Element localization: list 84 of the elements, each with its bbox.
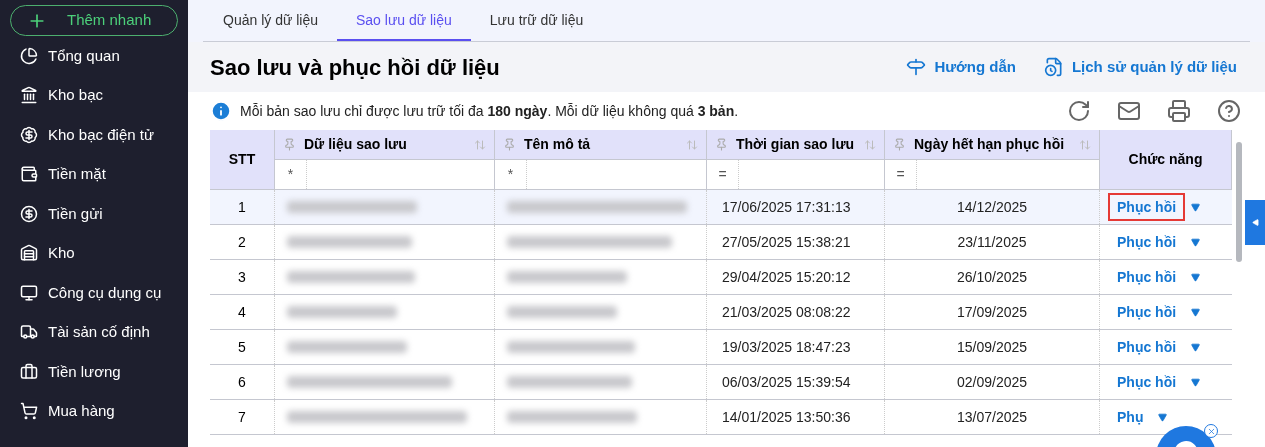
- wallet-icon: [20, 165, 38, 184]
- side-toggle-button[interactable]: [1245, 200, 1265, 245]
- table-cell: 2: [210, 225, 275, 259]
- dropdown-caret-icon[interactable]: [1191, 272, 1201, 282]
- table-cell: 17/06/2025 17:31:13: [707, 190, 885, 224]
- dropdown-caret-icon[interactable]: [1191, 342, 1201, 352]
- table-cell: 23/11/2025: [885, 225, 1100, 259]
- mail-icon[interactable]: [1117, 99, 1141, 123]
- sidebar-item[interactable]: Công cụ dụng cụ: [10, 273, 178, 313]
- sidebar-item[interactable]: Tiền lương: [10, 352, 178, 392]
- table-cell: 13/07/2025: [885, 400, 1100, 434]
- info-icon: [210, 100, 232, 122]
- close-icon: [1206, 426, 1216, 436]
- refresh-icon[interactable]: [1067, 99, 1091, 123]
- dollar-circle-icon: [20, 204, 38, 223]
- tab[interactable]: Quản lý dữ liệu: [204, 1, 337, 41]
- table-cell: 29/04/2025 15:20:12: [707, 260, 885, 294]
- table-row[interactable]: 1 17/06/2025 17:31:13 14/12/2025 Phục hồi: [210, 190, 1232, 225]
- table-cell: 14/01/2025 13:50:36: [707, 400, 885, 434]
- sidebar-item[interactable]: Tài sản cố định: [10, 312, 178, 352]
- restore-link[interactable]: Phục hồi: [1108, 298, 1186, 326]
- warehouse-icon: [20, 244, 38, 263]
- page-title: Sao lưu và phục hồi dữ liệu: [210, 53, 500, 82]
- filter-field[interactable]: =: [707, 159, 884, 189]
- restore-link[interactable]: Phục hồi: [1108, 228, 1186, 256]
- column-header: Chức năng: [1100, 130, 1232, 189]
- table-row[interactable]: 4 21/03/2025 08:08:22 17/09/2025 Phục hồi: [210, 295, 1232, 330]
- signpost-icon: [906, 57, 927, 77]
- dropdown-caret-icon[interactable]: [1191, 237, 1201, 247]
- dropdown-caret-icon[interactable]: [1191, 202, 1201, 212]
- restore-link[interactable]: Phục hồi: [1108, 368, 1186, 396]
- sidebar-item[interactable]: Kho bạc: [10, 75, 178, 115]
- restore-link[interactable]: Phụ: [1108, 403, 1153, 431]
- header-link[interactable]: Hướng dẫn: [906, 55, 1016, 79]
- cart-icon: [20, 402, 38, 421]
- dropdown-caret-icon[interactable]: [1191, 377, 1201, 387]
- truck-icon: [20, 323, 38, 342]
- table-row[interactable]: 7 14/01/2025 13:50:36 13/07/2025 Phụ: [210, 400, 1232, 435]
- table-cell: 27/05/2025 15:38:21: [707, 225, 885, 259]
- table-row[interactable]: 5 19/03/2025 18:47:23 15/09/2025 Phục hồi: [210, 330, 1232, 365]
- table-cell: 14/12/2025: [885, 190, 1100, 224]
- table-cell: 6: [210, 365, 275, 399]
- tab[interactable]: Lưu trữ dữ liệu: [470, 1, 603, 41]
- dollar-badge-icon: [20, 125, 38, 144]
- pie-chart-icon: [20, 46, 38, 65]
- filter-field[interactable]: =: [885, 159, 1099, 189]
- restore-link[interactable]: Phục hồi: [1108, 263, 1186, 291]
- sidebar-item[interactable]: Kho: [10, 233, 178, 273]
- filter-field[interactable]: *: [495, 159, 706, 189]
- table-row[interactable]: 3 29/04/2025 15:20:12 26/10/2025 Phục hồi: [210, 260, 1232, 295]
- table-cell: 5: [210, 330, 275, 364]
- monitor-icon: [20, 283, 38, 302]
- table-cell: 17/09/2025: [885, 295, 1100, 329]
- table-cell: 06/03/2025 15:39:54: [707, 365, 885, 399]
- bank-icon: [20, 86, 38, 105]
- table-cell: 21/03/2025 08:08:22: [707, 295, 885, 329]
- sidebar-item[interactable]: Mua hàng: [10, 391, 178, 431]
- table-cell: 7: [210, 400, 275, 434]
- table-cell: 02/09/2025: [885, 365, 1100, 399]
- table-cell: 1: [210, 190, 275, 224]
- scrollbar[interactable]: [1236, 142, 1242, 262]
- table-cell: 15/09/2025: [885, 330, 1100, 364]
- filter-field[interactable]: *: [275, 159, 494, 189]
- sidebar-item[interactable]: Tổng quan: [10, 36, 178, 76]
- briefcase-icon: [20, 362, 38, 381]
- sidebar-item[interactable]: Tiền mặt: [10, 154, 178, 194]
- print-icon[interactable]: [1167, 99, 1191, 123]
- notice-text: Mỗi bản sao lưu chỉ được lưu trữ tối đa 180 ngày. Mỗi dữ liệu không quá 3 bản.: [240, 101, 739, 121]
- restore-link[interactable]: Phục hồi: [1108, 193, 1186, 221]
- file-clock-icon: [1043, 57, 1064, 77]
- dropdown-caret-icon[interactable]: [1158, 412, 1168, 422]
- table-cell: 19/03/2025 18:47:23: [707, 330, 885, 364]
- dropdown-caret-icon[interactable]: [1191, 307, 1201, 317]
- sidebar-item[interactable]: Kho bạc điện tử: [10, 115, 178, 155]
- table-cell: 3: [210, 260, 275, 294]
- table-row[interactable]: 2 27/05/2025 15:38:21 23/11/2025 Phục hồi: [210, 225, 1232, 260]
- caret-icon: [1251, 219, 1259, 226]
- help-icon[interactable]: [1217, 99, 1241, 123]
- table-row[interactable]: 6 06/03/2025 15:39:54 02/09/2025 Phục hồi: [210, 365, 1232, 400]
- table-cell: 26/10/2025: [885, 260, 1100, 294]
- header-link[interactable]: Lịch sử quản lý dữ liệu: [1043, 55, 1237, 79]
- restore-link[interactable]: Phục hồi: [1108, 333, 1186, 361]
- sidebar-item[interactable]: Tiền gửi: [10, 194, 178, 234]
- table-cell: 4: [210, 295, 275, 329]
